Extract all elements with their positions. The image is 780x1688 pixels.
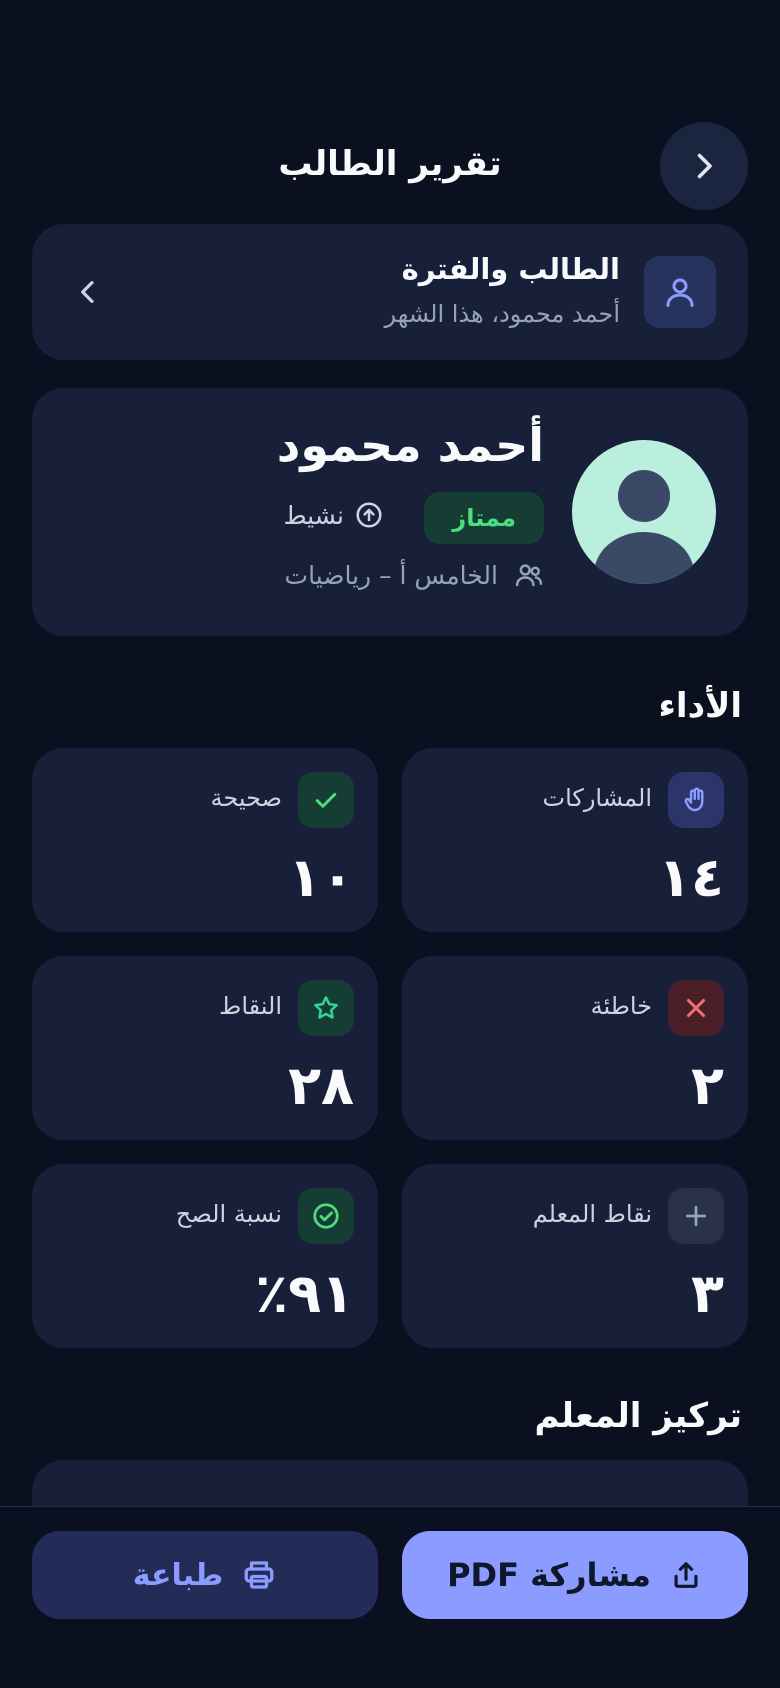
user-icon-box bbox=[644, 256, 716, 328]
student-report-screen: تقرير الطالب الطالب والفترة أحمد محمود، … bbox=[0, 0, 780, 1688]
class-text: الخامس أ – رياضيات bbox=[284, 560, 498, 590]
avatar-person-icon bbox=[594, 470, 694, 584]
stat-card-teacher-points: نقاط المعلم ٣ bbox=[402, 1164, 748, 1348]
stat-value: ٣ bbox=[691, 1262, 724, 1325]
stat-label: المشاركات bbox=[542, 784, 653, 812]
star-icon bbox=[298, 980, 354, 1036]
stat-label: النقاط bbox=[219, 992, 282, 1020]
student-period-selector[interactable]: الطالب والفترة أحمد محمود، هذا الشهر bbox=[32, 224, 748, 360]
share-icon bbox=[674, 1562, 698, 1588]
teacher-focus-title: تركيز المعلم bbox=[534, 1396, 742, 1436]
period-subtitle: أحمد محمود، هذا الشهر bbox=[384, 300, 620, 328]
page-title: تقرير الطالب bbox=[278, 144, 502, 184]
plus-icon bbox=[668, 1188, 724, 1244]
chevron-left-icon bbox=[70, 272, 106, 312]
stat-label: صحيحة bbox=[210, 784, 282, 812]
stat-value: ١٤ bbox=[658, 846, 724, 909]
check-icon bbox=[298, 772, 354, 828]
stat-value: ١٠ bbox=[288, 846, 354, 909]
share-pdf-label: مشاركة PDF bbox=[447, 1556, 651, 1594]
header: تقرير الطالب bbox=[32, 122, 748, 210]
student-name: أحمد محمود bbox=[276, 418, 544, 472]
stat-value: ٩١٪ bbox=[255, 1262, 354, 1325]
stat-card-accuracy: نسبة الصح ٩١٪ bbox=[32, 1164, 378, 1348]
status-text: نشيط bbox=[283, 500, 344, 530]
arrow-up-circle-icon bbox=[356, 502, 382, 528]
stat-value: ٢٨ bbox=[288, 1054, 354, 1117]
grade-badge: ممتاز bbox=[424, 492, 544, 544]
stat-label: نسبة الصح bbox=[175, 1200, 282, 1228]
bottom-action-bar: مشاركة PDF طباعة bbox=[0, 1506, 780, 1688]
student-profile-card: أحمد محمود ممتاز نشيط الخامس أ – رياضيات bbox=[32, 388, 748, 636]
close-icon bbox=[668, 980, 724, 1036]
stat-label: نقاط المعلم bbox=[532, 1200, 652, 1228]
stat-card-correct: صحيحة ١٠ bbox=[32, 748, 378, 932]
printer-icon bbox=[244, 1561, 274, 1589]
share-pdf-button[interactable]: مشاركة PDF bbox=[402, 1531, 748, 1619]
stat-label: خاطئة bbox=[590, 992, 652, 1020]
stat-card-points: النقاط ٢٨ bbox=[32, 956, 378, 1140]
status-row: نشيط bbox=[283, 500, 384, 530]
users-icon bbox=[515, 564, 543, 587]
hand-icon bbox=[668, 772, 724, 828]
avatar bbox=[572, 440, 716, 584]
print-label: طباعة bbox=[132, 1557, 224, 1593]
performance-title: الأداء bbox=[658, 686, 742, 726]
print-button[interactable]: طباعة bbox=[32, 1531, 378, 1619]
check-circle-icon bbox=[298, 1188, 354, 1244]
stat-value: ٢ bbox=[691, 1054, 724, 1117]
stat-card-wrong: خاطئة ٢ bbox=[402, 956, 748, 1140]
class-row: الخامس أ – رياضيات bbox=[285, 560, 544, 590]
stat-card-participations: المشاركات ١٤ bbox=[402, 748, 748, 932]
period-title: الطالب والفترة bbox=[401, 252, 620, 286]
user-icon bbox=[666, 278, 694, 307]
